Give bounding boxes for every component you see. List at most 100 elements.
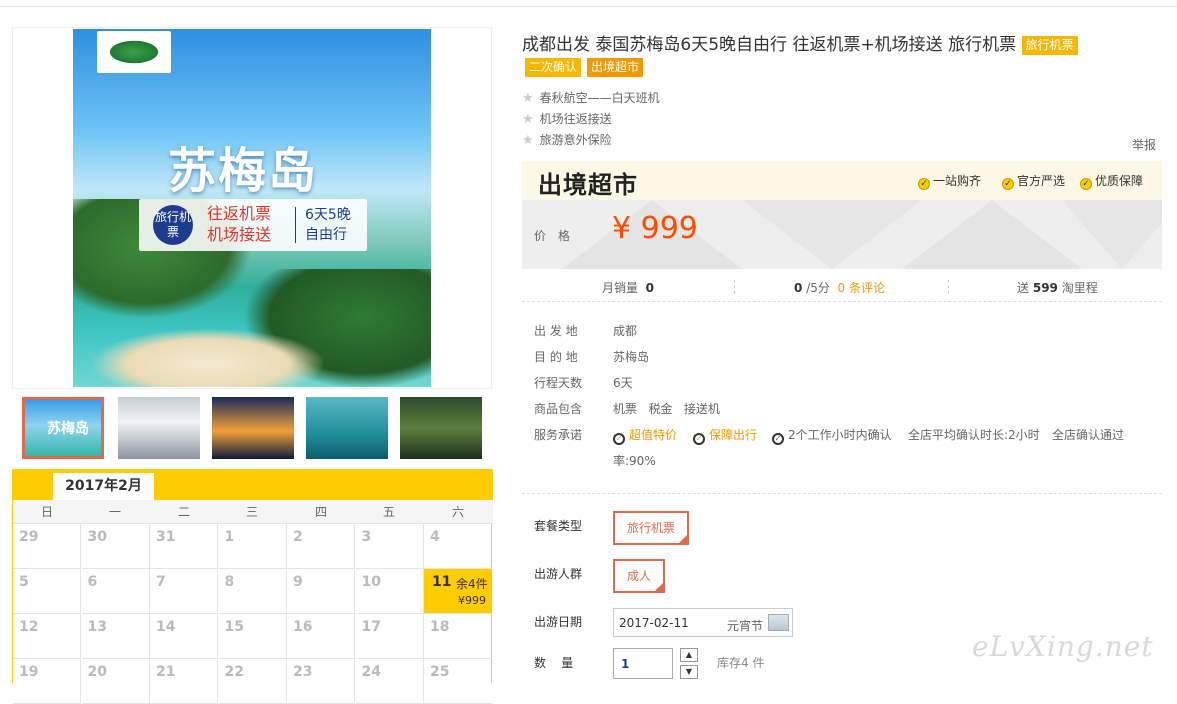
service-item: ✓ 超值特价 — [613, 426, 677, 445]
traveler-option[interactable]: 成人 — [613, 559, 666, 593]
hero-mid-text: 往返机票 机场接送 — [207, 204, 272, 244]
day-number: 29 — [19, 529, 39, 545]
watermark: eLvXing.net — [972, 630, 1154, 663]
day-number: 2 — [293, 529, 303, 545]
calendar-day: 18 — [424, 614, 492, 659]
calendar-day: 24 — [355, 659, 424, 704]
day-number: 20 — [87, 664, 107, 680]
day-number: 8 — [224, 574, 235, 590]
calendar-icon[interactable] — [768, 614, 789, 631]
day-number: 3 — [361, 529, 372, 545]
calendar-day: 5 — [13, 569, 81, 614]
hero-banner: 旅行机票 往返机票 机场接送 6天5晚 自由行 — [139, 199, 367, 251]
hero-destination: 苏梅岛 — [168, 143, 319, 199]
weekday: 四 — [314, 505, 327, 519]
quantity-input[interactable]: 1 — [613, 648, 673, 679]
calendar-day: 15 — [218, 614, 287, 659]
bg-decor — [742, 200, 922, 269]
check-icon: ✓ — [918, 178, 930, 190]
day-number: 7 — [156, 574, 166, 590]
increment-icon[interactable]: ▲ — [680, 648, 698, 662]
info-services: 服务承诺 ✓ 超值特价 ✓ 保障出行 ✓ 2个工作小时内确认 全店平均确认时长:2小时… — [534, 426, 1125, 468]
service-item: ✓ 2个工作小时内确认 — [772, 426, 892, 445]
report-link[interactable]: 举报 — [1132, 136, 1156, 153]
top-divider — [0, 6, 1177, 7]
product-gallery: 苏梅岛 旅行机票 往返机票 机场接送 6天5晚 自由行 — [12, 27, 492, 389]
decrement-icon[interactable]: ▼ — [680, 665, 698, 679]
day-number: 25 — [430, 664, 450, 680]
rating: 0 /5分 0 条评论 — [794, 281, 885, 295]
calendar-day: 16 — [287, 614, 355, 659]
tag-outbound: 出境超市 — [587, 58, 644, 77]
day-number: 18 — [430, 619, 450, 635]
check-icon: ✓ — [693, 433, 705, 445]
day-number: 13 — [87, 619, 107, 635]
thumbnail-3[interactable] — [212, 397, 294, 459]
price-label: 价格 — [534, 229, 583, 243]
day-number: 1 — [224, 529, 235, 545]
day-number: 31 — [156, 529, 176, 545]
beach-shape — [93, 329, 323, 387]
travel-date-input[interactable]: 2017-02-11 元宵节 — [613, 608, 793, 637]
price-value: ¥ 999 — [612, 211, 698, 246]
title-tag: 旅行机票 — [1021, 35, 1078, 55]
check-icon: ✓ — [613, 433, 625, 445]
festival-label: 元宵节 — [727, 619, 764, 633]
thumbnail-2[interactable] — [118, 397, 200, 459]
departure-calendar: 2017年2月 日 一 二 三 四 五 六 29 30 31 1 2 3 4 5 6 7 8 9 10 1… — [12, 469, 493, 704]
calendar-day: 13 — [81, 614, 150, 659]
calendar-day: 1 — [218, 524, 287, 569]
market-brand: 出境超市 — [538, 171, 638, 199]
price-box: 出境超市 ✓ 一站购齐 ✓ 官方严选 ✓ 优质保障 价格 ¥ 999 — [522, 161, 1162, 269]
sales-stats: 月销量 0 0 /5分 0 条评论 送 599 淘里程 — [522, 272, 1162, 302]
day-number: 6 — [87, 574, 98, 590]
calendar-day: 17 — [355, 614, 424, 659]
day-number: 9 — [293, 574, 303, 590]
calendar-day: 25 — [424, 659, 492, 704]
thumbnail-5[interactable] — [400, 397, 482, 459]
calendar-day: 23 — [287, 659, 355, 704]
calendar-day: 29 — [13, 524, 81, 569]
comments-link[interactable]: 0 条评论 — [838, 281, 885, 295]
guarantee-item: ✓ 优质保障 — [1080, 172, 1143, 190]
stat-divider — [734, 280, 735, 294]
thumbnail-1[interactable]: 苏梅岛 — [22, 397, 104, 459]
calendar-day: 10 — [355, 569, 424, 614]
calendar-day: 19 — [13, 659, 81, 704]
date-label: 出游日期 — [534, 615, 583, 629]
calendar-day: 3 — [355, 524, 424, 569]
day-number: 16 — [293, 619, 313, 635]
star-icon: ★ — [522, 91, 534, 106]
day-number: 17 — [361, 619, 381, 635]
calendar-month-tab[interactable]: 2017年2月 — [53, 473, 154, 500]
star-icon: ★ — [522, 133, 534, 148]
confirm-duration: 全店平均确认时长:2小时 — [908, 428, 1040, 442]
confirm-rate-cont: 率:90% — [613, 454, 656, 468]
calendar-day: 31 — [150, 524, 218, 569]
day-number: 21 — [156, 664, 176, 680]
bg-decor — [1062, 200, 1162, 269]
day-number: 10 — [361, 574, 381, 590]
day-number: 23 — [293, 664, 313, 680]
check-icon: ✓ — [1080, 178, 1092, 190]
package-option[interactable]: 旅行机票 — [613, 511, 690, 545]
hero-right-text: 6天5晚 自由行 — [305, 207, 351, 243]
product-tags: 二次确认 出境超市 — [525, 58, 649, 77]
day-number: 30 — [87, 529, 107, 545]
calendar-day: 6 — [81, 569, 150, 614]
star-icon: ★ — [522, 112, 534, 127]
thumbnail-4[interactable] — [306, 397, 388, 459]
calendar-day: 8 — [218, 569, 287, 614]
calendar-day: 2 — [287, 524, 355, 569]
weekday: 五 — [382, 505, 395, 519]
check-icon: ✓ — [772, 433, 784, 445]
calendar-header: 2017年2月 — [13, 469, 493, 500]
calendar-day: 14 — [150, 614, 218, 659]
feature-item: ★ 旅游意外保险 — [522, 133, 612, 148]
weekday: 三 — [245, 505, 258, 519]
calendar-day: 22 — [218, 659, 287, 704]
main-product-image[interactable]: 苏梅岛 旅行机票 往返机票 机场接送 6天5晚 自由行 — [73, 29, 431, 387]
monthly-sales: 月销量 0 — [602, 281, 655, 295]
calendar-day: 21 — [150, 659, 218, 704]
calendar-day[interactable]: 11 余4件 ¥999 — [424, 569, 492, 614]
